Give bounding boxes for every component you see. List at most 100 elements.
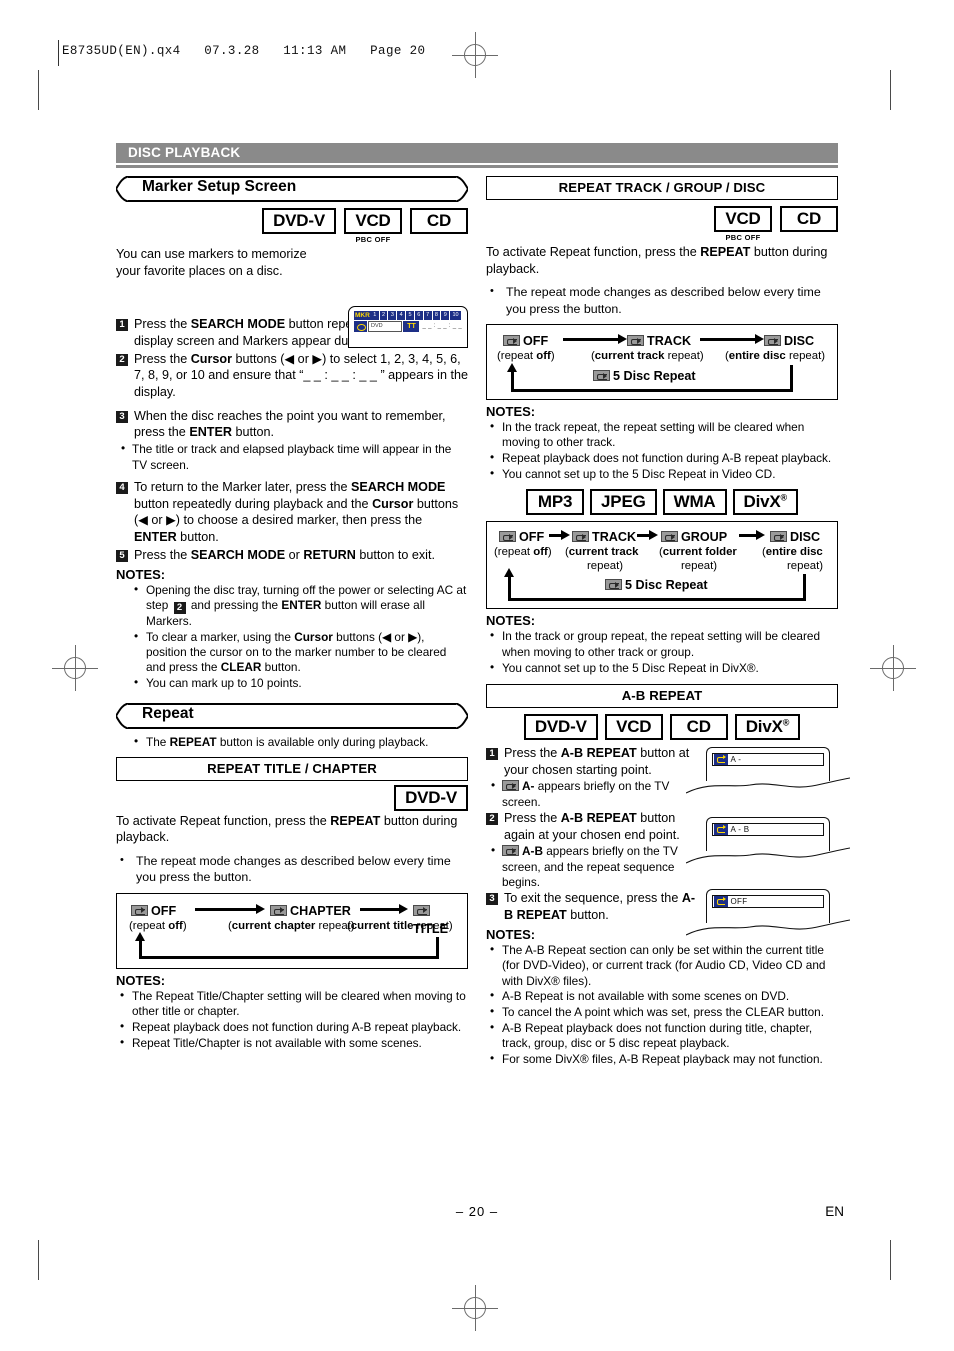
tgd-note-3: You cannot set up to the 5 Disc Repeat i… — [486, 466, 838, 482]
five-disc-repeat-node: 5 Disc Repeat — [599, 578, 714, 593]
repeat-osd-icon — [713, 753, 728, 765]
badge-vcd: VCD — [604, 713, 663, 740]
flow-loop-arrow-icon — [503, 568, 514, 602]
flow-node-sub-2: repeat) — [787, 560, 824, 573]
step-5: 5 Press the SEARCH MODE or RETURN button… — [116, 547, 468, 564]
repeat-icon — [764, 335, 781, 346]
repeat-icon — [593, 370, 610, 381]
section-rule — [116, 165, 838, 168]
crop-mark — [38, 1240, 39, 1280]
flow-node-label: CHAPTER — [290, 903, 351, 918]
slug-rule — [58, 40, 59, 66]
repeat-icon — [503, 335, 520, 346]
ab-step-1-subnote: A- appears briefly on the TV screen. — [486, 778, 698, 810]
repeat-osd-icon — [713, 895, 728, 907]
mkr-disc-icon — [354, 321, 367, 333]
banner-repeat: Repeat — [116, 703, 468, 730]
left-column: Marker Setup Screen DVD-V VCD PBC OFF CD… — [116, 176, 468, 1052]
registration-mark-icon — [452, 32, 498, 78]
five-disc-repeat-node: 5 Disc Repeat — [587, 369, 702, 383]
media-note-2: You cannot set up to the 5 Disc Repeat i… — [486, 659, 838, 676]
registered-mark-icon: ® — [782, 717, 790, 728]
page-number: – 20 – — [455, 1204, 499, 1219]
flow-loop-horizontal — [508, 598, 806, 602]
flow-loop-right — [803, 574, 806, 602]
tgd-mode-bullet: The repeat mode changes as described bel… — [486, 284, 838, 317]
crop-mark — [38, 70, 39, 110]
flow-node-label: DISC — [784, 334, 815, 348]
flow-arrow-2-icon — [637, 530, 658, 541]
crop-mark — [890, 1240, 891, 1280]
badge-cd: CD — [410, 208, 468, 244]
badge-divx: DivX® — [732, 489, 798, 516]
tv-wave-cut-icon — [686, 847, 850, 864]
ab-note-1: The A-B Repeat section can only be set w… — [486, 942, 838, 989]
tv-screen-a: A - — [686, 746, 850, 794]
boxtitle-repeat-track-group-disc: REPEAT TRACK / GROUP / DISC — [486, 176, 838, 200]
step-4: 4 To return to the Marker later, press t… — [116, 479, 468, 546]
repeat-icon — [627, 335, 644, 346]
ab-step-3: 3 To exit the sequence, press the A-B RE… — [486, 890, 698, 923]
registered-mark-icon: ® — [780, 492, 788, 503]
tgd-intro: To activate Repeat function, press the R… — [486, 245, 828, 276]
flow-arrow-2-icon — [700, 334, 764, 344]
ab-note-5: For some DivX® files, A-B Repeat playbac… — [486, 1051, 838, 1067]
marker-note-3: You can mark up to 10 points. — [116, 675, 468, 691]
flow-node-label: OFF — [151, 903, 177, 918]
step-3-subnote: The title or track and elapsed playback … — [116, 441, 468, 473]
language-code: EN — [825, 1204, 844, 1219]
flow-node-label: OFF — [523, 334, 549, 348]
flow-node-sub: (entire disc — [762, 546, 823, 559]
badge-divx: DivX® — [734, 713, 801, 740]
repeat-icon — [502, 780, 519, 792]
badge-dvd-v: DVD-V — [394, 784, 468, 811]
banner-right-cap-icon — [454, 703, 468, 730]
repeat-icon — [605, 579, 622, 591]
tv-osd-bar: A - — [712, 752, 824, 766]
flow-arrow-3-icon — [739, 530, 765, 541]
badge-vcd: VCD PBC OFF — [344, 208, 402, 244]
step-2-text: Press the Cursor buttons (◀ or ▶) to sel… — [134, 351, 468, 399]
banner-right-cap-icon — [454, 176, 468, 202]
right-column: REPEAT TRACK / GROUP / DISC VCD PBC OFF … — [486, 176, 850, 1068]
flow-node-label: DISC — [790, 530, 821, 545]
tv-osd-text: A - — [730, 754, 742, 764]
registration-mark-icon — [870, 645, 916, 691]
flow-node-sub: (current chapter repeat) — [228, 919, 355, 932]
marker-intro: You can use markers to memorize your fav… — [116, 247, 307, 278]
repeat-icon — [131, 904, 148, 916]
media-notes-heading: NOTES: — [486, 613, 536, 629]
crop-mark — [890, 70, 891, 110]
badges-marker: DVD-V VCD PBC OFF CD — [116, 208, 468, 244]
flow-arrow-1-icon — [563, 334, 627, 344]
banner-marker-setup: Marker Setup Screen — [116, 176, 468, 202]
badge-pbc-note: PBC OFF — [725, 233, 761, 243]
flow-title-chapter: OFF (repeat off) CHAPTER (current chapte… — [116, 892, 468, 969]
flow-node-sub: (current folder — [659, 546, 737, 559]
flow-node-sub: (current track — [565, 546, 639, 559]
step-3: 3 When the disc reaches the point you wa… — [116, 408, 468, 441]
step-4-text: To return to the Marker later, press the… — [134, 479, 459, 545]
ab-step-1: 1 Press the A-B REPEAT button at your ch… — [486, 745, 698, 778]
registration-mark-icon — [452, 1285, 498, 1331]
repeat-note-3: Repeat Title/Chapter is not available wi… — [116, 1035, 468, 1051]
file-slug: E8735UD(EN).qx4 07.3.28 11:13 AM Page 20 — [62, 44, 426, 58]
flow-node-sub: (repeat off) — [494, 546, 552, 559]
repeat-icon — [270, 904, 287, 916]
ab-note-2: A-B Repeat is not available with some sc… — [486, 988, 838, 1004]
badges-track-group-disc: VCD PBC OFF CD — [486, 206, 838, 242]
tgd-note-1: In the track repeat, the repeat setting … — [486, 419, 838, 451]
ab-step-2-subnote: A-B appears briefly on the TV screen, an… — [486, 843, 698, 890]
repeat-osd-icon — [713, 823, 728, 835]
marker-note-1: Opening the disc tray, turning off the p… — [116, 582, 468, 630]
flow-loop-arrow-icon — [506, 363, 517, 392]
marker-display-illustration: MKR 1 2 3 4 5 6 7 8 9 10 DVD TT _ _: _ … — [348, 306, 468, 349]
tv-osd-bar: OFF — [712, 894, 824, 908]
badge-dvd-v: DVD-V — [262, 208, 336, 244]
repeat-icon — [499, 531, 516, 543]
repeat-icon — [770, 531, 787, 543]
step-3-text: When the disc reaches the point you want… — [134, 408, 446, 440]
repeat-icon — [502, 845, 519, 857]
banner-title: Marker Setup Screen — [142, 178, 297, 195]
badges-media-formats: MP3 JPEG WMA DivX® — [486, 489, 838, 516]
